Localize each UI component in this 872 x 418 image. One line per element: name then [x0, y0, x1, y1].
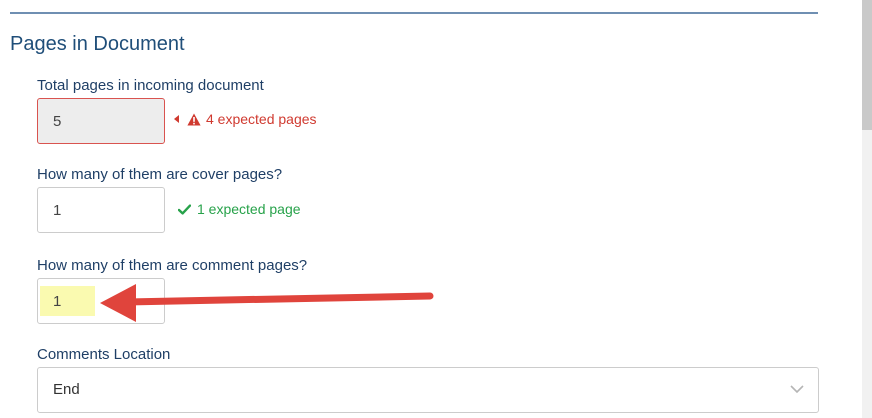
form-panel: Pages in Document Total pages in incomin… — [0, 0, 872, 418]
caret-left-icon — [174, 115, 179, 123]
chevron-down-icon[interactable] — [790, 384, 804, 394]
total-pages-hint-text: 4 expected pages — [206, 111, 317, 127]
cover-pages-ok-hint: 1 expected page — [178, 201, 301, 217]
check-icon — [178, 203, 191, 215]
total-pages-label: Total pages in incoming document — [37, 77, 264, 94]
comments-location-label: Comments Location — [37, 346, 171, 363]
cover-pages-hint-text: 1 expected page — [197, 201, 301, 217]
comments-location-selected: End — [53, 381, 80, 398]
cover-pages-label: How many of them are cover pages? — [37, 166, 283, 183]
total-pages-input[interactable] — [37, 98, 165, 144]
comments-location-select[interactable]: End — [37, 367, 819, 413]
section-divider — [10, 12, 818, 14]
scrollbar-thumb[interactable] — [862, 0, 872, 130]
cover-pages-input[interactable] — [37, 187, 165, 233]
warning-triangle-icon — [187, 113, 201, 125]
annotation-arrow — [100, 284, 434, 322]
total-pages-error-hint: 4 expected pages — [174, 111, 317, 127]
vertical-scrollbar[interactable] — [862, 0, 872, 418]
section-title: Pages in Document — [10, 33, 185, 55]
